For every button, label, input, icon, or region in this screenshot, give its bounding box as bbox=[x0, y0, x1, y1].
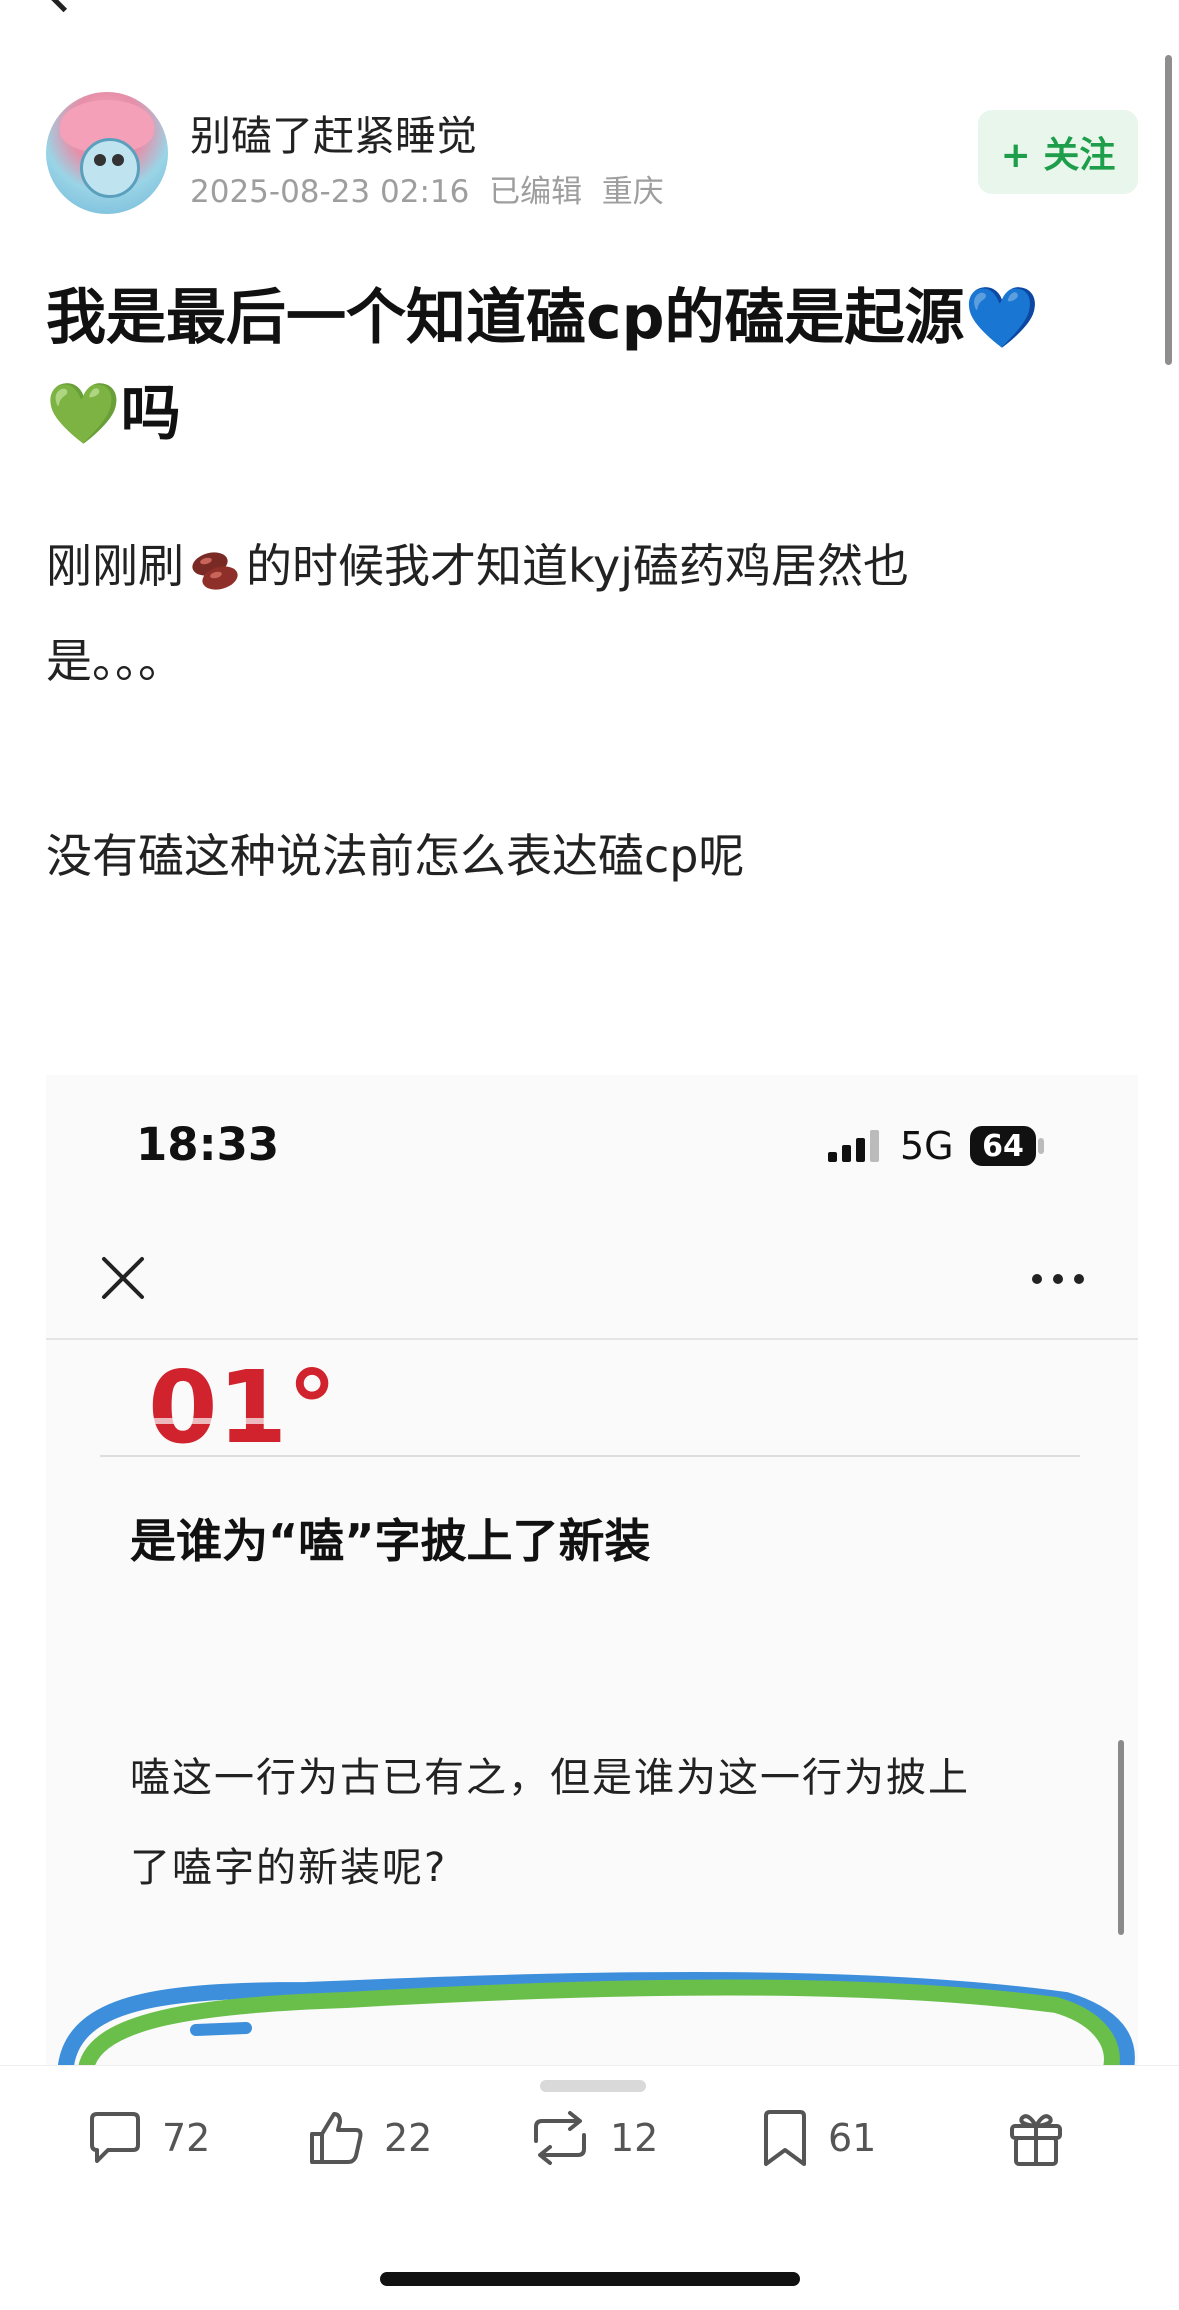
close-icon bbox=[102, 1257, 144, 1299]
bookmark-count: 61 bbox=[828, 2116, 877, 2160]
network-type: 5G bbox=[900, 1124, 954, 1168]
post-meta: 2025-08-23 02:16 已编辑 重庆 bbox=[190, 166, 664, 211]
post-title: 我是最后一个知道磕cp的磕是起源💙 💚吗 bbox=[46, 270, 1126, 462]
embedded-article-text: 嗑这一行为古已有之，但是谁为这一行为披上 bbox=[130, 1755, 970, 1801]
embedded-article-text: 了嗑字的新装呢? bbox=[130, 1845, 448, 1891]
bean-icon bbox=[192, 551, 238, 590]
post-body-line-1: 刚刚刷 的时候我才知道kyj磕药鸡居然也 bbox=[46, 530, 909, 596]
scribble-highlight bbox=[58, 1972, 1135, 2070]
post-body-line-2: 是。。。 bbox=[46, 634, 184, 688]
bookmark-button[interactable]: 61 bbox=[760, 2108, 876, 2168]
divider bbox=[46, 1338, 1138, 1340]
like-count: 22 bbox=[384, 2116, 433, 2160]
comment-count: 72 bbox=[162, 2116, 211, 2160]
logo-01-degree: 01° bbox=[148, 1358, 358, 1448]
svg-text:01°: 01° bbox=[148, 1358, 337, 1448]
scroll-indicator bbox=[1165, 55, 1172, 365]
post-timestamp: 2025-08-23 02:16 bbox=[190, 174, 470, 210]
thumbs-up-icon bbox=[310, 2112, 363, 2164]
comment-icon bbox=[90, 2112, 140, 2163]
author-name[interactable]: 别磕了赶紧睡觉 bbox=[190, 102, 477, 162]
embedded-scroll-indicator bbox=[1118, 1740, 1124, 1935]
more-options-icon bbox=[1032, 1274, 1084, 1284]
battery-tip bbox=[1038, 1138, 1044, 1154]
post-title-text: 我是最后一个知道磕cp的磕是起源 bbox=[46, 283, 965, 353]
post-body-text: 的时候我才知道kyj磕药鸡居然也 bbox=[246, 539, 910, 593]
bookmark-icon bbox=[764, 2110, 806, 2166]
comment-button[interactable]: 72 bbox=[86, 2108, 210, 2168]
avatar[interactable] bbox=[46, 92, 168, 214]
blue-heart-icon: 💙 bbox=[964, 283, 1040, 353]
post-body-line-3: 没有磕这种说法前怎么表达磕cp呢 bbox=[46, 829, 745, 883]
repost-count: 12 bbox=[610, 2116, 659, 2160]
battery-icon: 64 bbox=[970, 1126, 1036, 1166]
post-location: 重庆 bbox=[601, 174, 664, 210]
back-chevron-icon[interactable] bbox=[38, 0, 89, 13]
edited-label: 已编辑 bbox=[489, 174, 583, 210]
post-title-suffix: 吗 bbox=[120, 379, 181, 449]
follow-button[interactable]: + 关注 bbox=[978, 110, 1138, 194]
cellular-signal-icon bbox=[828, 1130, 879, 1162]
post-body-text: 刚刚刷 bbox=[46, 539, 184, 593]
gift-button[interactable] bbox=[1006, 2108, 1066, 2168]
repost-button[interactable]: 12 bbox=[528, 2108, 658, 2168]
green-heart-icon: 💚 bbox=[46, 379, 121, 449]
repost-icon bbox=[534, 2111, 586, 2165]
embedded-status-time: 18:33 bbox=[136, 1118, 280, 1171]
gift-icon bbox=[1010, 2114, 1062, 2166]
drag-handle[interactable] bbox=[540, 2080, 646, 2092]
embedded-article-heading: 是谁为“嗑”字披上了新装 bbox=[130, 1514, 651, 1568]
home-indicator bbox=[380, 2272, 800, 2286]
like-button[interactable]: 22 bbox=[306, 2108, 432, 2168]
divider bbox=[100, 1455, 1080, 1457]
